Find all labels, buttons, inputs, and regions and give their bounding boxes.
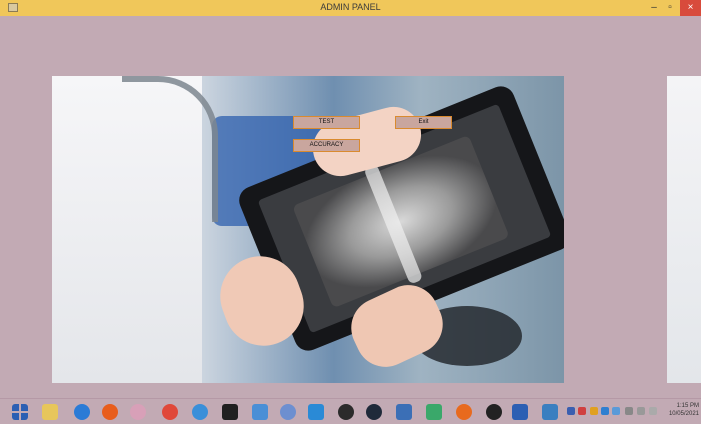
internet-explorer-icon[interactable] xyxy=(74,404,90,420)
system-tray: 1:15 PM 10/05/2021 xyxy=(565,399,701,424)
terminal-icon[interactable] xyxy=(222,404,238,420)
app-icon[interactable] xyxy=(338,404,354,420)
app-icon[interactable] xyxy=(252,404,268,420)
tray-icon[interactable] xyxy=(625,407,633,415)
r-icon[interactable] xyxy=(280,404,296,420)
test-button[interactable]: TEST xyxy=(293,116,360,129)
tray-icon[interactable] xyxy=(567,407,575,415)
clock-date: 10/05/2021 xyxy=(668,411,699,417)
tray-icon[interactable] xyxy=(601,407,609,415)
clock-time: 1:15 PM xyxy=(676,403,699,409)
chrome-icon[interactable] xyxy=(162,404,178,420)
app-icon[interactable] xyxy=(486,404,502,420)
title-bar: ADMIN PANEL – ▫ × xyxy=(0,0,701,16)
firefox-icon[interactable] xyxy=(102,404,118,420)
maximize-button[interactable]: ▫ xyxy=(662,0,678,16)
clock[interactable]: 1:15 PM 10/05/2021 xyxy=(669,402,699,418)
volume-icon[interactable] xyxy=(649,407,657,415)
vscode-icon[interactable] xyxy=(308,404,324,420)
taskbar: 1:15 PM 10/05/2021 xyxy=(0,398,701,424)
secondary-photo xyxy=(667,76,701,383)
app-icon[interactable] xyxy=(192,404,208,420)
stethoscope xyxy=(122,76,218,222)
python-icon[interactable] xyxy=(542,404,558,420)
app-icon[interactable] xyxy=(130,404,146,420)
minimize-button[interactable]: – xyxy=(646,0,662,16)
word-icon[interactable] xyxy=(512,404,528,420)
window-title: ADMIN PANEL xyxy=(320,2,381,12)
tray-icon[interactable] xyxy=(590,407,598,415)
exit-button[interactable]: Exit xyxy=(395,116,452,129)
network-icon[interactable] xyxy=(637,407,645,415)
windows-start-icon[interactable] xyxy=(12,404,28,420)
network-icon[interactable] xyxy=(426,404,442,420)
app-icon[interactable] xyxy=(396,404,412,420)
close-button[interactable]: × xyxy=(680,0,701,16)
accuracy-button[interactable]: ACCURACY xyxy=(293,139,360,152)
tray-icon[interactable] xyxy=(612,407,620,415)
app-icon[interactable] xyxy=(456,404,472,420)
app-icon[interactable] xyxy=(366,404,382,420)
file-explorer-icon[interactable] xyxy=(42,404,58,420)
tray-icon[interactable] xyxy=(578,407,586,415)
